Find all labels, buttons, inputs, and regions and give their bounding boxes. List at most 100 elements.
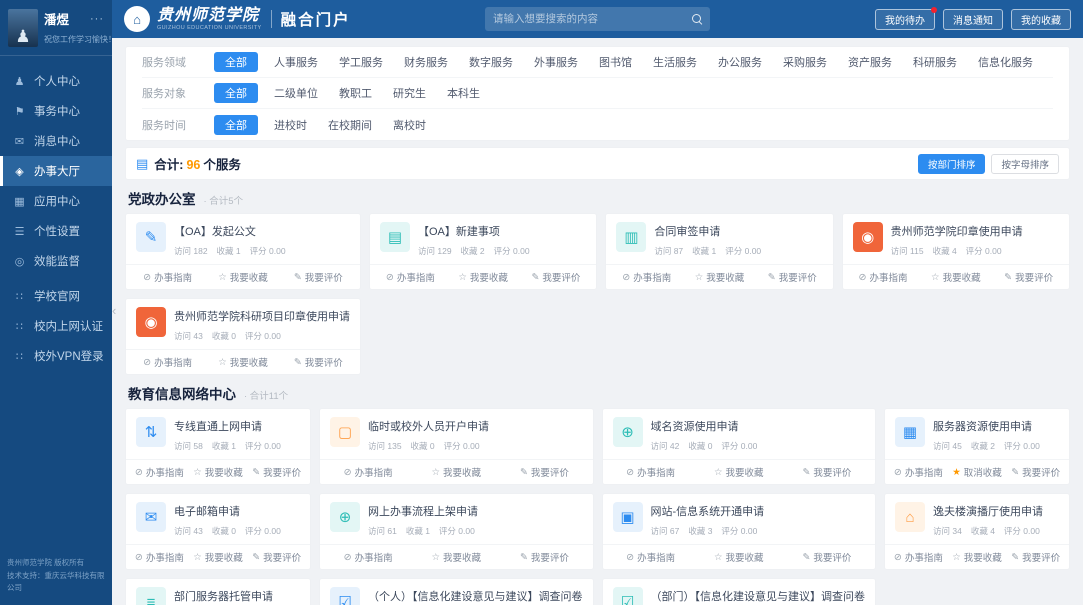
sidebar-item-affairs-center[interactable]: ⚑ 事务中心 — [0, 96, 112, 126]
sort-by-department-button[interactable]: 按部门排序 — [917, 153, 986, 174]
favorite-action[interactable]: ☆ 我要收藏 — [919, 270, 992, 285]
sort-by-alphabet-button[interactable]: 按字母排序 — [991, 153, 1059, 174]
sidebar-item-school-website[interactable]: ∷ 学校官网 — [0, 281, 112, 311]
filter-option[interactable]: 财务服务 — [404, 52, 448, 72]
service-card-link[interactable]: ◉ 贵州师范学院印章使用申请 访问 115 收藏 4 评分 0.00 — [843, 214, 1069, 264]
favorite-action[interactable]: ☆ 我要收藏 — [412, 550, 500, 565]
rate-action[interactable]: ✎ 我要评价 — [756, 270, 829, 285]
favorite-action[interactable]: ☆ 我要收藏 — [412, 465, 500, 480]
guide-action[interactable]: ⊘ 办事指南 — [130, 355, 205, 370]
favorite-action[interactable]: ☆ 我要收藏 — [695, 465, 783, 480]
sidebar-item-user-center[interactable]: ♟ 个人中心 — [0, 66, 112, 96]
filter-option[interactable]: 科研服务 — [913, 52, 957, 72]
my-todo-button[interactable]: 我的待办 — [875, 6, 937, 30]
favorite-action[interactable]: ☆ 我要收藏 — [189, 550, 248, 565]
service-card-link[interactable]: ⌂ 逸夫楼演播厅使用申请 访问 34 收藏 4 评分 0.00 — [885, 494, 1069, 544]
rate-action[interactable]: ✎ 我要评价 — [281, 355, 356, 370]
rate-action[interactable]: ✎ 我要评价 — [500, 550, 588, 565]
rate-action[interactable]: ✎ 我要评价 — [783, 550, 871, 565]
sidebar-item-efficiency-supervision[interactable]: ◎ 效能监督 — [0, 246, 112, 276]
sidebar-item-personal-settings[interactable]: ☰ 个性设置 — [0, 216, 112, 246]
favorite-action[interactable]: ☆ 我要收藏 — [695, 550, 783, 565]
rate-action[interactable]: ✎ 我要评价 — [1006, 550, 1065, 565]
filter-option[interactable]: 采购服务 — [783, 52, 827, 72]
filter-option[interactable]: 在校期间 — [328, 115, 372, 135]
service-card-link[interactable]: ▢ 临时或校外人员开户申请 访问 135 收藏 0 评分 0.00 — [320, 409, 593, 459]
filter-option[interactable]: 进校时 — [274, 115, 307, 135]
card-action-label: 办事指南 — [904, 553, 943, 564]
service-card-link[interactable]: ▥ 合同审签申请 访问 87 收藏 1 评分 0.00 — [606, 214, 832, 264]
rate-action[interactable]: ✎ 我要评价 — [247, 550, 306, 565]
service-card-link[interactable]: ⊕ 域名资源使用申请 访问 42 收藏 0 评分 0.00 — [603, 409, 876, 459]
guide-action[interactable]: ⊘ 办事指南 — [130, 550, 189, 565]
sidebar-item-message-center[interactable]: ✉ 消息中心 — [0, 126, 112, 156]
sidebar-collapse-icon[interactable]: ‹ — [112, 303, 116, 318]
favorite-action[interactable]: ☆ 我要收藏 — [948, 550, 1007, 565]
rate-action[interactable]: ✎ 我要评价 — [992, 270, 1065, 285]
sidebar-item-app-center[interactable]: ▦ 应用中心 — [0, 186, 112, 216]
service-card-link[interactable]: ⇅ 专线直通上网申请 访问 58 收藏 1 评分 0.00 — [126, 409, 310, 459]
sidebar-item-vpn-login[interactable]: ∷ 校外VPN登录 — [0, 341, 112, 371]
favorite-action[interactable]: ☆ 我要收藏 — [683, 270, 756, 285]
favorite-action[interactable]: ☆ 我要收藏 — [447, 270, 520, 285]
filter-option[interactable]: 全部 — [214, 114, 258, 135]
service-card-link[interactable]: ☑ （部门）【信息化建设意见与建议】调查问卷访问 52收藏 0评分 0.00 — [603, 579, 876, 605]
filter-option[interactable]: 信息化服务 — [978, 52, 1033, 72]
user-more-icon[interactable]: ··· — [90, 13, 104, 24]
guide-action[interactable]: ⊘ 办事指南 — [324, 465, 412, 480]
filter-option[interactable]: 本科生 — [447, 83, 480, 103]
rate-action[interactable]: ✎ 我要评价 — [247, 465, 306, 480]
filter-option[interactable]: 学工服务 — [339, 52, 383, 72]
search-icon[interactable] — [692, 14, 702, 24]
favorite-action[interactable]: ☆ 我要收藏 — [205, 270, 280, 285]
guide-action[interactable]: ⊘ 办事指南 — [889, 465, 948, 480]
filter-option[interactable]: 办公服务 — [718, 52, 762, 72]
rate-action[interactable]: ✎ 我要评价 — [500, 465, 588, 480]
guide-action[interactable]: ⊘ 办事指南 — [889, 550, 948, 565]
service-card-link[interactable]: ≡ 部门服务器托管申请访问 22收藏 0评分 0.00 — [126, 579, 310, 605]
rate-action[interactable]: ✎ 我要评价 — [281, 270, 356, 285]
favorite-action[interactable]: ☆ 我要收藏 — [205, 355, 280, 370]
filter-option[interactable]: 图书馆 — [599, 52, 632, 72]
service-card-link[interactable]: ▤ 【OA】新建事项 访问 129 收藏 2 评分 0.00 — [370, 214, 596, 264]
guide-action[interactable]: ⊘ 办事指南 — [324, 550, 412, 565]
avatar[interactable]: ♟ — [8, 9, 38, 47]
service-card-link[interactable]: ✉ 电子邮箱申请 访问 43 收藏 0 评分 0.00 — [126, 494, 310, 544]
guide-action[interactable]: ⊘ 办事指南 — [847, 270, 920, 285]
search-input[interactable] — [493, 13, 692, 25]
user-block: ♟ 潘煜 ··· 祝您工作学习愉快！ — [0, 0, 116, 56]
service-card-body: 服务器资源使用申请 访问 45 收藏 2 评分 0.00 — [933, 417, 1059, 452]
filter-option[interactable]: 离校时 — [393, 115, 426, 135]
guide-action[interactable]: ⊘ 办事指南 — [610, 270, 683, 285]
service-card-link[interactable]: ◉ 贵州师范学院科研项目印章使用申请 访问 43 收藏 0 评分 0.00 — [126, 299, 360, 349]
filter-option[interactable]: 教职工 — [339, 83, 372, 103]
my-favorites-button[interactable]: 我的收藏 — [1011, 8, 1071, 30]
rate-action[interactable]: ✎ 我要评价 — [783, 465, 871, 480]
sidebar-item-campus-network-auth[interactable]: ∷ 校内上网认证 — [0, 311, 112, 341]
guide-action[interactable]: ⊘ 办事指南 — [607, 465, 695, 480]
filter-option[interactable]: 人事服务 — [274, 52, 318, 72]
filter-option[interactable]: 研究生 — [393, 83, 426, 103]
service-card-link[interactable]: ☑ （个人）【信息化建设意见与建议】调查问卷访问 32收藏 0评分 0.00 — [320, 579, 593, 605]
filter-option[interactable]: 二级单位 — [274, 83, 318, 103]
guide-action[interactable]: ⊘ 办事指南 — [130, 270, 205, 285]
filter-option[interactable]: 全部 — [214, 83, 258, 103]
unfavorite-action[interactable]: ★ 取消收藏 — [948, 465, 1007, 480]
service-card-link[interactable]: ▣ 网站-信息系统开通申请 访问 67 收藏 3 评分 0.00 — [603, 494, 876, 544]
service-card-link[interactable]: ✎ 【OA】发起公文 访问 182 收藏 1 评分 0.00 — [126, 214, 360, 264]
guide-action[interactable]: ⊘ 办事指南 — [374, 270, 447, 285]
filter-option[interactable]: 资产服务 — [848, 52, 892, 72]
filter-option[interactable]: 生活服务 — [653, 52, 697, 72]
guide-action[interactable]: ⊘ 办事指南 — [130, 465, 189, 480]
rate-action[interactable]: ✎ 我要评价 — [1006, 465, 1065, 480]
filter-option[interactable]: 外事服务 — [534, 52, 578, 72]
service-card-link[interactable]: ⊕ 网上办事流程上架申请 访问 61 收藏 1 评分 0.00 — [320, 494, 593, 544]
notifications-button[interactable]: 消息通知 — [943, 8, 1003, 30]
guide-action[interactable]: ⊘ 办事指南 — [607, 550, 695, 565]
favorite-action[interactable]: ☆ 我要收藏 — [189, 465, 248, 480]
filter-option[interactable]: 数字服务 — [469, 52, 513, 72]
filter-option[interactable]: 全部 — [214, 52, 258, 72]
sidebar-item-service-hall[interactable]: ◈ 办事大厅 — [0, 156, 112, 186]
rate-action[interactable]: ✎ 我要评价 — [520, 270, 593, 285]
service-card-link[interactable]: ▦ 服务器资源使用申请 访问 45 收藏 2 评分 0.00 — [885, 409, 1069, 459]
